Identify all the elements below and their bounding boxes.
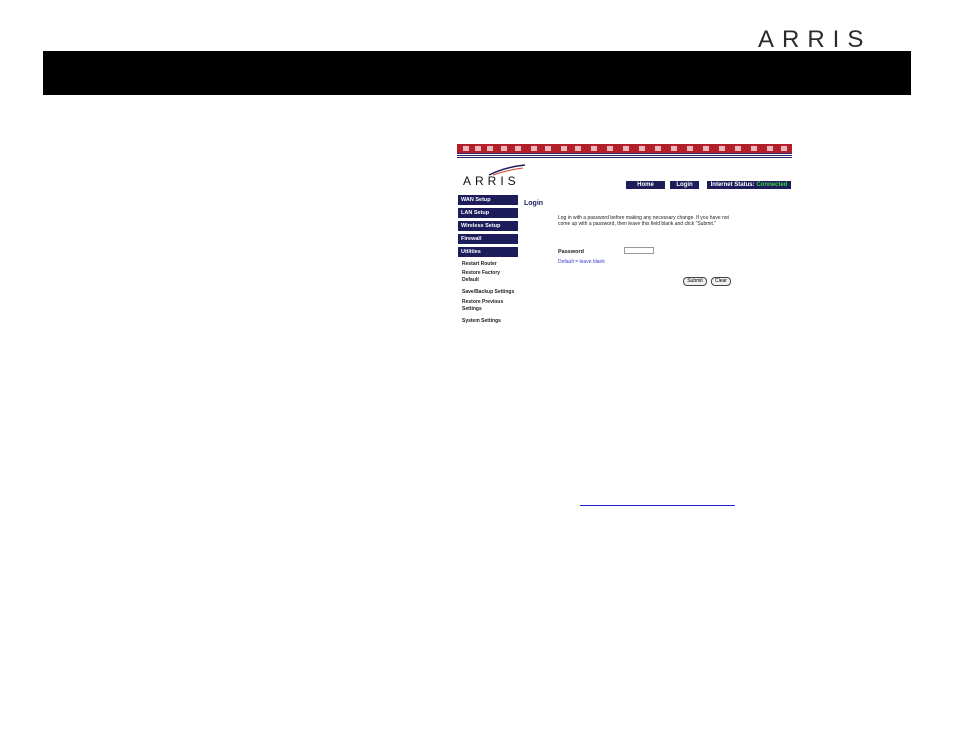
sidebar-item-utilities[interactable]: Utilities (458, 247, 518, 258)
hyperlink-underline[interactable] (580, 505, 735, 506)
decorative-lines (457, 153, 792, 158)
login-nav-button[interactable]: Login (670, 181, 699, 189)
internet-status-value: Connected (756, 182, 788, 188)
header-bar (43, 51, 911, 95)
sidebar-subitem-restore-factory-default[interactable]: Restore Factory Default (462, 270, 512, 284)
sidebar-item-firewall[interactable]: Firewall (458, 234, 518, 245)
internet-status-label: Internet Status: (710, 182, 755, 188)
sidebar-item-wan-setup[interactable]: WAN Setup (458, 195, 518, 206)
password-label: Password (558, 249, 584, 255)
sidebar-subitem-system-settings[interactable]: System Settings (462, 318, 522, 325)
sidebar-subitem-restore-previous-settings[interactable]: Restore Previous Settings (462, 299, 514, 313)
login-description: Log in with a password before making any… (558, 215, 729, 227)
default-password-hint: Default = leave blank (558, 259, 605, 265)
sidebar-subitem-save-backup-settings[interactable]: Save/Backup Settings (462, 289, 522, 296)
home-button[interactable]: Home (626, 181, 665, 189)
sidebar-item-wireless-setup[interactable]: Wireless Setup (458, 221, 518, 232)
password-input[interactable] (624, 247, 654, 254)
page-title: Login (524, 200, 544, 207)
router-ui-screenshot: ARRIS Home Login Internet Status: Connec… (457, 144, 792, 368)
internet-status: Internet Status: Connected (707, 181, 791, 189)
sidebar-item-lan-setup[interactable]: LAN Setup (458, 208, 518, 219)
arris-logo: ARRIS (758, 26, 872, 53)
clear-button[interactable]: Clear (711, 277, 731, 286)
router-logo: ARRIS (463, 174, 520, 188)
sidebar-subitem-restart-router[interactable]: Restart Router (462, 261, 522, 268)
submit-button[interactable]: Submit (683, 277, 707, 286)
decorative-stripe (457, 144, 792, 153)
